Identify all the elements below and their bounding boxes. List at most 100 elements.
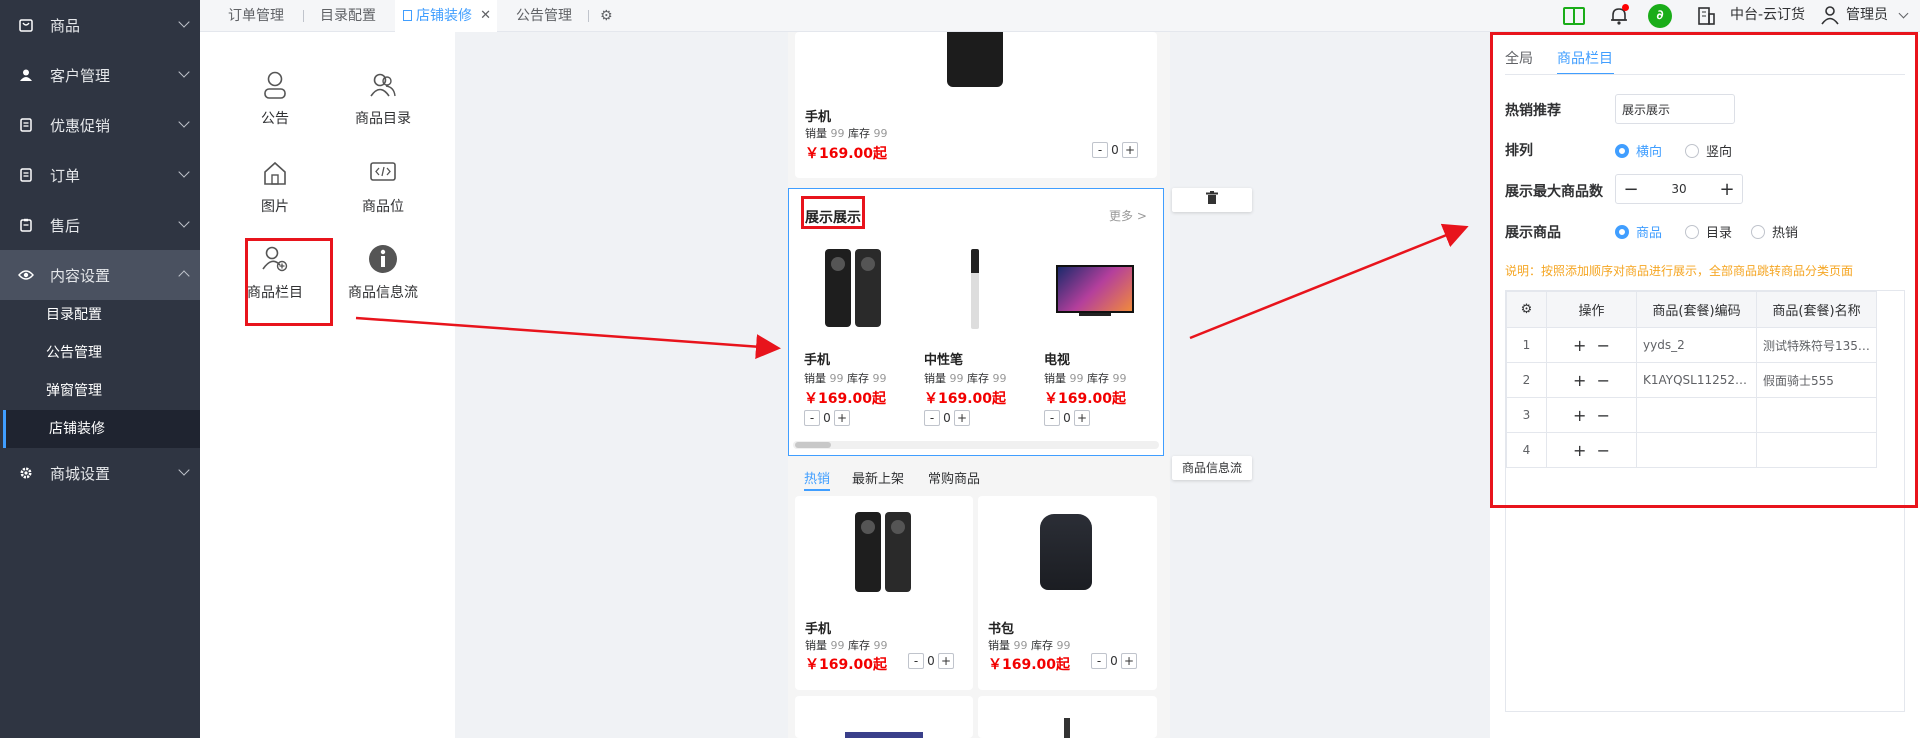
- order-icon: [18, 167, 34, 183]
- chevron-down-icon[interactable]: [1898, 8, 1909, 19]
- plus-button[interactable]: +: [1074, 410, 1090, 426]
- horizontal-scrollbar[interactable]: [793, 441, 1159, 449]
- product-card[interactable]: 书包 销量 99 库存 99 ￥169.00起 -0 +: [978, 496, 1157, 690]
- bell-icon[interactable]: [1610, 4, 1629, 30]
- quantity-stepper[interactable]: -0 +: [908, 653, 954, 669]
- tab-orders[interactable]: 订单管理: [228, 0, 284, 32]
- more-link[interactable]: 更多 >: [1109, 207, 1147, 224]
- widget-product-feed[interactable]: 商品信息流: [333, 236, 433, 302]
- product-price: ￥169.00起: [1044, 391, 1127, 407]
- tv-stand: [1079, 313, 1111, 316]
- chevron-down-icon: [178, 66, 190, 78]
- feed-tab-frequent[interactable]: 常购商品: [928, 468, 980, 487]
- product-item[interactable]: 中性笔 销量 99 库存 99 ￥169.00起 -0 +: [924, 349, 1034, 426]
- sidebar-subitem-catalog[interactable]: 目录配置: [0, 296, 200, 334]
- minus-button[interactable]: -: [1091, 653, 1107, 669]
- company-name[interactable]: 中台-云订货: [1730, 0, 1805, 30]
- pen-image: [971, 249, 979, 329]
- product-card[interactable]: 手机 销量 99 库存 99 ￥169.00起 -0 +: [795, 32, 1157, 178]
- sidebar-subitem-popup[interactable]: 弹窗管理: [0, 372, 200, 410]
- plus-button[interactable]: +: [1121, 653, 1137, 669]
- settings-panel: 全局 商品栏目 热销推荐 排列 横向 竖向 展示最大商品数 − 30 + 展示商…: [1490, 32, 1920, 738]
- minus-button[interactable]: -: [804, 410, 820, 426]
- section-product-column[interactable]: 展示展示 更多 > 手机 销量 99 库存 99 ￥169.00起 -0 + 中性…: [788, 188, 1164, 456]
- chevron-down-icon: [178, 116, 190, 128]
- sidebar-item-label: 内容设置: [50, 266, 111, 285]
- product-meta: 销量 99 库存 99: [988, 639, 1071, 652]
- product-name: 中性笔: [924, 353, 964, 368]
- widget-catalog[interactable]: 商品目录: [333, 62, 433, 128]
- widget-product-slot[interactable]: 商品位: [333, 150, 433, 216]
- sidebar-item-goods[interactable]: 商品: [0, 0, 200, 50]
- sidebar: 商品 客户管理 优惠促销 订单 售后 内容设置 目录配置 公告管理 弹窗管理 店…: [0, 0, 200, 738]
- quantity-stepper[interactable]: -0 +: [1044, 410, 1090, 426]
- product-meta: 销量 99 库存 99: [924, 372, 1007, 385]
- product-meta: 销量 99 库存 99: [1044, 372, 1127, 385]
- product-item[interactable]: 手机 销量 99 库存 99 ￥169.00起 -0 +: [804, 349, 914, 426]
- plus-button[interactable]: +: [954, 410, 970, 426]
- product-card[interactable]: [795, 696, 973, 738]
- link-icon[interactable]: ∂: [1648, 4, 1672, 28]
- tab-notice[interactable]: 公告管理: [516, 0, 572, 32]
- sidebar-item-aftersale[interactable]: 售后: [0, 200, 200, 250]
- user-icon: [1820, 5, 1840, 29]
- code-icon: [333, 150, 433, 196]
- minus-button[interactable]: -: [1044, 410, 1060, 426]
- sidebar-item-customers[interactable]: 客户管理: [0, 50, 200, 100]
- settings-icon[interactable]: ⚙: [600, 0, 613, 32]
- delete-button[interactable]: [1172, 188, 1252, 212]
- chevron-down-icon: [178, 16, 190, 28]
- tab-indicator: [804, 489, 830, 491]
- sidebar-item-content[interactable]: 内容设置: [0, 250, 200, 300]
- product-item[interactable]: 电视 销量 99 库存 99 ￥169.00起 -0 +: [1044, 349, 1154, 426]
- widget-image[interactable]: 图片: [225, 150, 325, 216]
- plus-button[interactable]: +: [1122, 142, 1138, 158]
- tab-bar: 订单管理 目录配置 店铺装修 ✕ 公告管理 ⚙ ∂ 中台-云订货 管理员: [200, 0, 1920, 32]
- close-icon[interactable]: ✕: [480, 0, 491, 32]
- sidebar-item-orders[interactable]: 订单: [0, 150, 200, 200]
- chevron-down-icon: [178, 464, 190, 476]
- info-icon: [333, 236, 433, 282]
- sidebar-item-mall-settings[interactable]: 商城设置: [0, 448, 200, 498]
- quantity-stepper[interactable]: -0 +: [804, 410, 850, 426]
- feed-tab-hot[interactable]: 热销: [804, 468, 830, 487]
- product-price: ￥169.00起: [988, 657, 1071, 673]
- book-icon[interactable]: [1563, 6, 1585, 30]
- tab-decoration[interactable]: 店铺装修 ✕: [395, 0, 497, 32]
- product-price: ￥169.00起: [805, 146, 888, 162]
- feed-tab-new[interactable]: 最新上架: [852, 468, 904, 487]
- quantity-stepper[interactable]: -0 +: [924, 410, 970, 426]
- product-price: ￥169.00起: [805, 657, 888, 673]
- sidebar-item-promotions[interactable]: 优惠促销: [0, 100, 200, 150]
- plus-button[interactable]: +: [834, 410, 850, 426]
- widget-label: 图片: [261, 199, 289, 215]
- sidebar-item-label: 商品: [50, 16, 81, 35]
- widget-notice[interactable]: 公告: [225, 62, 325, 128]
- chevron-down-icon: [178, 216, 190, 228]
- product-name: 手机: [805, 622, 832, 637]
- product-name: 手机: [805, 110, 832, 125]
- phone-image: [855, 512, 913, 592]
- widget-label: 商品位: [362, 199, 404, 215]
- sidebar-item-label: 客户管理: [50, 66, 111, 85]
- product-card[interactable]: [978, 696, 1157, 738]
- product-meta: 销量 99 库存 99: [805, 127, 888, 140]
- widget-label: 商品信息流: [348, 285, 418, 301]
- product-card[interactable]: 手机 销量 99 库存 99 ￥169.00起 -0 +: [795, 496, 973, 690]
- sidebar-subitem-notice[interactable]: 公告管理: [0, 334, 200, 372]
- trash-icon: [1206, 191, 1218, 209]
- document-icon: [403, 10, 412, 21]
- sidebar-subitem-decoration[interactable]: 店铺装修: [3, 410, 200, 448]
- minus-button[interactable]: -: [924, 410, 940, 426]
- minus-button[interactable]: -: [908, 653, 924, 669]
- plus-button[interactable]: +: [938, 653, 954, 669]
- quantity-stepper[interactable]: -0 +: [1092, 142, 1138, 158]
- quantity-stepper[interactable]: -0 +: [1091, 653, 1137, 669]
- product-name: 电视: [1044, 353, 1071, 368]
- building-icon: [1697, 6, 1715, 30]
- tab-catalog[interactable]: 目录配置: [320, 0, 376, 32]
- minus-button[interactable]: -: [1092, 142, 1108, 158]
- phone-image: [947, 32, 1003, 87]
- user-name[interactable]: 管理员: [1846, 0, 1888, 30]
- scrollbar-thumb[interactable]: [795, 442, 831, 448]
